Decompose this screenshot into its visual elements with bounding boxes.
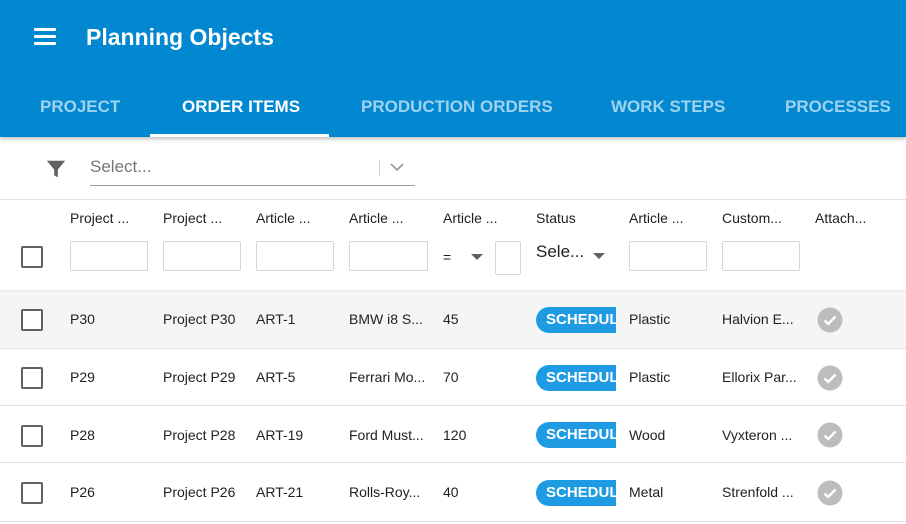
cell-project-name: Project P30 <box>163 311 236 327</box>
cell-quantity: 40 <box>443 484 459 500</box>
cell-article-name: Ferrari Mo... <box>349 369 426 385</box>
row-checkbox[interactable] <box>21 309 43 331</box>
cell-project-name: Project P29 <box>163 369 236 385</box>
filter-select[interactable]: Select... <box>90 150 415 186</box>
cell-article-id: ART-21 <box>256 484 304 500</box>
filter-input-article-name[interactable] <box>349 241 428 271</box>
cell-material: Metal <box>629 484 664 500</box>
column-header-article-quantity[interactable]: Article ... <box>443 210 497 226</box>
cell-material: Plastic <box>629 369 671 385</box>
select-separator <box>379 160 380 176</box>
cell-article-name: Ford Must... <box>349 427 424 443</box>
column-header-attachment[interactable]: Attach... <box>815 210 866 226</box>
filter-input-quantity[interactable] <box>495 241 521 275</box>
status-badge: SCHEDULED <box>536 480 616 506</box>
cell-material: Wood <box>629 427 666 443</box>
filter-input-project-id[interactable] <box>70 241 148 271</box>
tab-work-steps[interactable]: WORK STEPS <box>611 80 725 137</box>
filter-input-material[interactable] <box>629 241 707 271</box>
cell-quantity: 45 <box>443 311 459 327</box>
column-header-project-id[interactable]: Project ... <box>70 210 129 226</box>
column-header-project-name[interactable]: Project ... <box>163 210 222 226</box>
status-dropdown-arrow[interactable] <box>593 253 605 259</box>
quantity-operator[interactable]: = <box>443 249 451 265</box>
select-all-checkbox[interactable] <box>21 246 43 268</box>
tab-project[interactable]: PROJECT <box>40 80 120 137</box>
status-badge: SCHEDULED <box>536 365 616 391</box>
cell-article-name: BMW i8 S... <box>349 311 423 327</box>
cell-project-id: P28 <box>70 427 95 443</box>
tab-production-orders[interactable]: PRODUCTION ORDERS <box>361 80 553 137</box>
cell-quantity: 70 <box>443 369 459 385</box>
cell-article-id: ART-1 <box>256 311 296 327</box>
cell-customer: Halvion E... <box>722 311 794 327</box>
status-filter-select[interactable]: Sele... <box>536 242 584 262</box>
cell-article-id: ART-5 <box>256 369 296 385</box>
filter-input-project-name[interactable] <box>163 241 241 271</box>
column-header-article-name[interactable]: Article ... <box>349 210 403 226</box>
cell-customer: Vyxteron ... <box>722 427 793 443</box>
tab-processes[interactable]: PROCESSES <box>785 80 891 137</box>
check-circle-icon <box>817 307 843 333</box>
status-badge: SCHEDULED <box>536 422 616 448</box>
filter-icon[interactable] <box>45 158 67 180</box>
active-tab-indicator <box>150 134 329 137</box>
filter-input-customer[interactable] <box>722 241 800 271</box>
cell-article-name: Rolls-Roy... <box>349 484 421 500</box>
status-badge: SCHEDULED <box>536 307 616 333</box>
tab-bar: PROJECT ORDER ITEMS PRODUCTION ORDERS WO… <box>0 80 906 137</box>
row-checkbox[interactable] <box>21 482 43 504</box>
column-header-article-id[interactable]: Article ... <box>256 210 310 226</box>
check-circle-icon <box>817 365 843 391</box>
filter-input-article-id[interactable] <box>256 241 334 271</box>
row-checkbox[interactable] <box>21 367 43 389</box>
cell-quantity: 120 <box>443 427 467 443</box>
operator-dropdown-arrow[interactable] <box>471 254 483 260</box>
cell-project-id: P29 <box>70 369 95 385</box>
column-header-status[interactable]: Status <box>536 210 576 226</box>
column-header-customer[interactable]: Custom... <box>722 210 782 226</box>
check-circle-icon <box>817 480 843 506</box>
cell-project-id: P30 <box>70 311 95 327</box>
chevron-down-icon[interactable] <box>389 159 405 175</box>
hamburger-menu-icon[interactable] <box>28 22 62 52</box>
app-bar: Planning Objects PROJECT ORDER ITEMS PRO… <box>0 0 906 137</box>
cell-project-id: P26 <box>70 484 95 500</box>
row-checkbox[interactable] <box>21 425 43 447</box>
cell-project-name: Project P28 <box>163 427 236 443</box>
tab-order-items[interactable]: ORDER ITEMS <box>182 80 300 137</box>
check-circle-icon <box>817 422 843 448</box>
filter-select-placeholder: Select... <box>90 157 152 176</box>
cell-material: Plastic <box>629 311 671 327</box>
page-title: Planning Objects <box>86 24 274 50</box>
cell-customer: Ellorix Par... <box>722 369 797 385</box>
cell-customer: Strenfold ... <box>722 484 794 500</box>
cell-article-id: ART-19 <box>256 427 304 443</box>
column-header-article-material[interactable]: Article ... <box>629 210 683 226</box>
cell-project-name: Project P26 <box>163 484 236 500</box>
